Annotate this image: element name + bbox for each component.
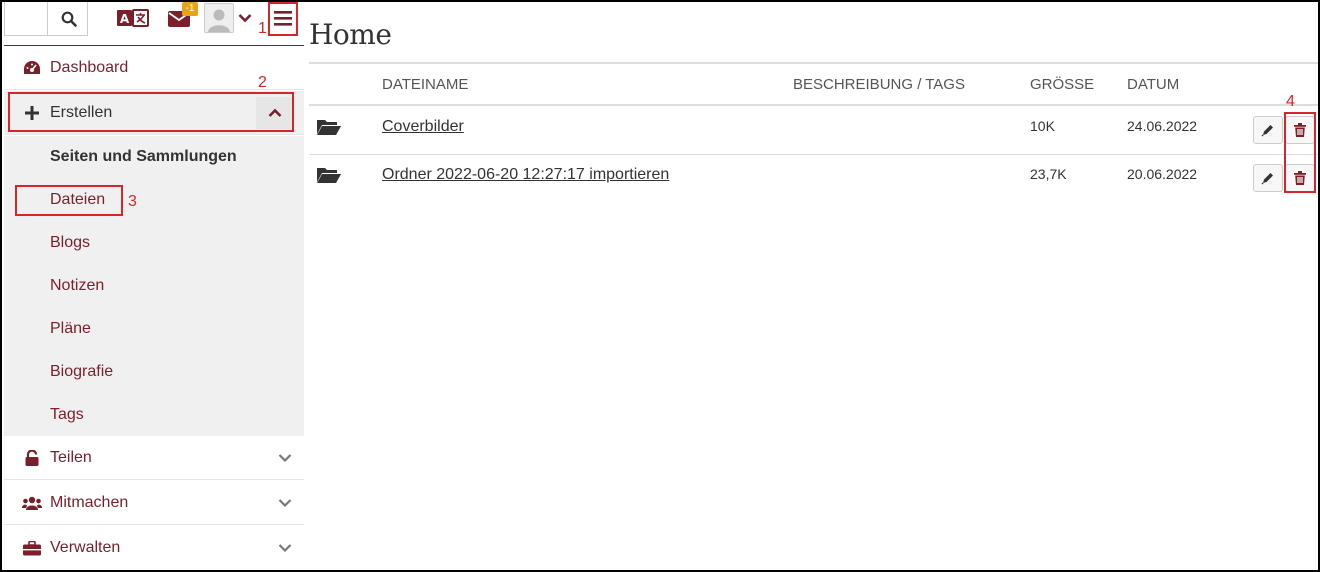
file-size: 10K: [1030, 118, 1055, 134]
briefcase-icon: [22, 540, 42, 556]
file-link[interactable]: Ordner 2022-06-20 12:27:17 importieren: [382, 166, 669, 184]
sidebar-item-participate[interactable]: Mitmachen: [4, 481, 304, 525]
main-content: Home Dateiname Beschreibung / Tags Gröss…: [304, 2, 1318, 570]
language-icon: A: [117, 9, 149, 27]
chevron-down-icon: [238, 14, 252, 23]
pencil-icon: [1261, 125, 1273, 137]
annotation-box-1: [268, 2, 298, 36]
file-date: 24.06.2022: [1127, 118, 1198, 134]
app-window: A -1 1 Dashboard Erstellen Seiten und Sa…: [0, 0, 1320, 572]
page-title: Home: [309, 18, 392, 51]
sidebar-item-label: Dashboard: [50, 58, 129, 76]
unlock-icon: [22, 449, 42, 466]
file-date: 20.06.2022: [1127, 166, 1198, 182]
user-avatar-icon: [208, 9, 230, 32]
svg-text:A: A: [120, 12, 130, 26]
annotation-box-2: [8, 92, 294, 132]
column-header-size[interactable]: Grösse: [1030, 76, 1094, 93]
submenu-item-blogs[interactable]: Blogs: [50, 234, 90, 252]
column-header-filename[interactable]: Dateiname: [382, 76, 468, 93]
create-submenu: Seiten und Sammlungen Dateien Blogs Noti…: [4, 136, 304, 436]
folder-open-icon: [317, 168, 341, 183]
column-header-date[interactable]: Datum: [1127, 76, 1179, 93]
sidebar-item-share[interactable]: Teilen: [4, 436, 304, 480]
file-size: 23,7K: [1030, 166, 1067, 182]
sidebar-item-manage[interactable]: Verwalten: [4, 526, 304, 570]
submenu-item-pages-collections[interactable]: Seiten und Sammlungen: [50, 148, 237, 166]
sidebar-item-label: Teilen: [50, 448, 92, 466]
search-box[interactable]: [4, 2, 88, 36]
annotation-number-1: 1: [258, 20, 267, 37]
chevron-down-icon: [278, 540, 292, 558]
user-menu-toggle[interactable]: [236, 10, 254, 26]
submenu-item-notes[interactable]: Notizen: [50, 277, 104, 295]
folder-open-icon: [317, 120, 341, 135]
mail-badge: -1: [182, 2, 198, 16]
divider: [309, 154, 1318, 155]
language-button[interactable]: A: [116, 7, 150, 29]
users-icon: [22, 496, 42, 510]
divider: [309, 104, 1318, 106]
submenu-item-tags[interactable]: Tags: [50, 406, 84, 424]
sidebar-item-label: Verwalten: [50, 539, 121, 556]
sidebar-item-label: Mitmachen: [50, 493, 129, 511]
divider: [309, 62, 1318, 64]
edit-button[interactable]: [1253, 116, 1283, 144]
annotation-box-3: [15, 185, 123, 216]
annotation-number-3: 3: [128, 193, 137, 210]
chevron-down-icon: [278, 450, 292, 468]
search-icon: [61, 11, 77, 27]
annotation-number-4: 4: [1286, 93, 1295, 110]
submenu-item-resume[interactable]: Biografie: [50, 363, 113, 381]
chevron-down-icon: [278, 495, 292, 513]
annotation-number-2: 2: [258, 74, 267, 91]
file-link[interactable]: Coverbilder: [382, 118, 464, 136]
annotation-box-4: [1284, 112, 1316, 193]
dashboard-icon: [22, 60, 42, 76]
pencil-icon: [1261, 173, 1273, 185]
search-button[interactable]: [47, 2, 89, 36]
edit-button[interactable]: [1253, 164, 1283, 192]
user-avatar[interactable]: [204, 3, 234, 33]
submenu-item-plans[interactable]: Pläne: [50, 320, 91, 338]
column-header-description: Beschreibung / Tags: [793, 76, 965, 93]
